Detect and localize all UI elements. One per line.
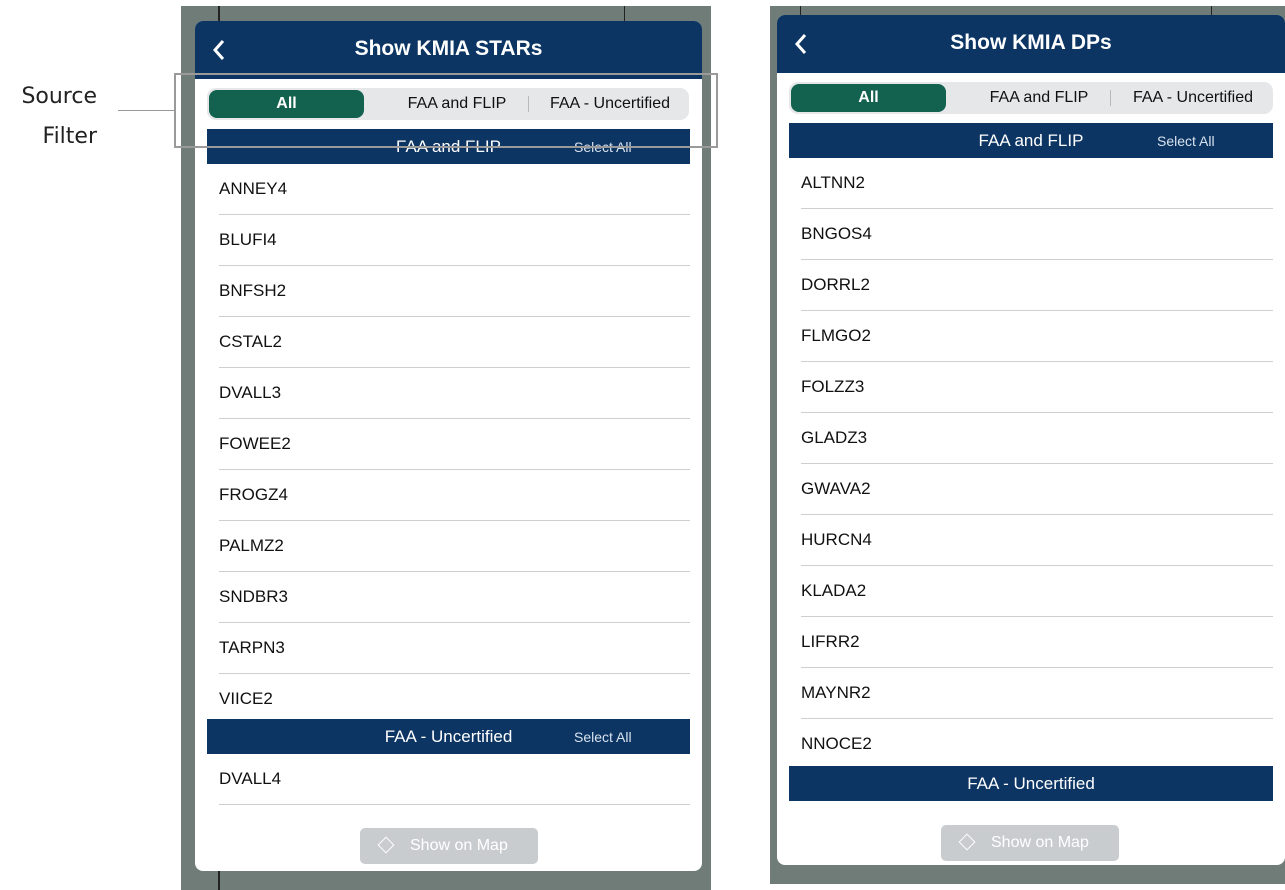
list-item[interactable]: DVALL3 <box>207 368 690 419</box>
list-item-label: GWAVA2 <box>801 479 871 498</box>
list-item-label: HURCN4 <box>801 530 872 549</box>
source-filter-segmented-control: All FAA and FLIP FAA - Uncertified <box>789 82 1273 114</box>
list-item-label: DVALL4 <box>219 769 282 788</box>
select-all-button[interactable]: Select All <box>574 139 632 155</box>
list-item-label: BNGOS4 <box>801 224 872 243</box>
list-item-label: SNDBR3 <box>219 587 288 606</box>
filter-all-button[interactable]: All <box>209 90 364 118</box>
list-item[interactable]: BNGOS4 <box>789 209 1273 260</box>
list-item-label: FROGZ4 <box>219 485 288 504</box>
filter-faa-uncertified-button[interactable]: FAA - Uncertified <box>1113 82 1273 114</box>
list-item[interactable]: LIFRR2 <box>789 617 1273 668</box>
callout-leader-line <box>118 110 174 111</box>
list-item[interactable]: VIICE2 <box>207 674 690 725</box>
show-on-map-label: Show on Map <box>410 837 508 854</box>
list-item-label: NNOCE2 <box>801 734 872 753</box>
list-item[interactable]: FLMGO2 <box>789 311 1273 362</box>
stars-panel-title: Show KMIA STARs <box>354 37 543 60</box>
source-filter-segmented-control: All FAA and FLIP FAA - Uncertified <box>207 88 689 120</box>
list-item[interactable]: MAYNR2 <box>789 668 1273 719</box>
list-item[interactable]: TARPN3 <box>207 623 690 674</box>
list-item[interactable]: GLADZ3 <box>789 413 1273 464</box>
section-header-faa-flip: FAA and FLIP Select All <box>789 123 1273 158</box>
section-header-faa-uncertified: FAA - Uncertified <box>789 766 1273 801</box>
filter-faa-flip-button[interactable]: FAA and FLIP <box>379 88 535 120</box>
list-item-label: DORRL2 <box>801 275 870 294</box>
list-item[interactable]: DORRL2 <box>789 260 1273 311</box>
segment-divider <box>528 96 529 112</box>
list-item-label: LIFRR2 <box>801 632 860 651</box>
filter-faa-flip-button[interactable]: FAA and FLIP <box>961 82 1117 114</box>
list-item-label: ALTNN2 <box>801 173 865 192</box>
stars-panel: Show KMIA STARs All FAA and FLIP FAA - U… <box>195 21 702 871</box>
show-on-map-button[interactable]: Show on Map <box>360 828 538 864</box>
list-item[interactable]: SNDBR3 <box>207 572 690 623</box>
segment-divider <box>1110 90 1111 106</box>
list-item-label: ANNEY4 <box>219 179 288 198</box>
show-on-map-button[interactable]: Show on Map <box>941 825 1119 861</box>
select-all-button[interactable]: Select All <box>574 729 632 745</box>
callout-label-source: Source <box>21 84 97 109</box>
dps-panel-title: Show KMIA DPs <box>950 31 1112 54</box>
section-header-faa-uncertified: FAA - Uncertified Select All <box>207 719 690 754</box>
list-item[interactable]: FOWEE2 <box>207 419 690 470</box>
section-title: FAA - Uncertified <box>967 774 1095 793</box>
row-divider <box>219 804 690 805</box>
list-item[interactable]: ANNEY4 <box>207 164 690 215</box>
list-item-label: TARPN3 <box>219 638 285 657</box>
list-item[interactable]: FROGZ4 <box>207 470 690 521</box>
list-item-label: PALMZ2 <box>219 536 284 555</box>
list-item-label: FOLZZ3 <box>801 377 865 396</box>
dps-panel: Show KMIA DPs All FAA and FLIP FAA - Unc… <box>777 15 1285 865</box>
list-item[interactable]: KLADA2 <box>789 566 1273 617</box>
map-pin-icon <box>377 836 395 854</box>
list-item-label: GLADZ3 <box>801 428 868 447</box>
section-header-faa-flip: FAA and FLIP Select All <box>207 129 690 164</box>
filter-all-button[interactable]: All <box>791 84 946 112</box>
list-item[interactable]: BNFSH2 <box>207 266 690 317</box>
list-item-label: DVALL3 <box>219 383 282 402</box>
list-item-label: MAYNR2 <box>801 683 871 702</box>
list-item-label: BLUFI4 <box>219 230 277 249</box>
list-item-label: FLMGO2 <box>801 326 871 345</box>
list-item-label: CSTAL2 <box>219 332 282 351</box>
list-item[interactable]: PALMZ2 <box>207 521 690 572</box>
list-item[interactable]: NNOCE2 <box>789 719 1273 770</box>
list-item-label: FOWEE2 <box>219 434 291 453</box>
filter-faa-uncertified-button[interactable]: FAA - Uncertified <box>531 88 689 120</box>
list-item-label: VIICE2 <box>219 689 273 708</box>
list-item-label: KLADA2 <box>801 581 867 600</box>
list-item[interactable]: GWAVA2 <box>789 464 1273 515</box>
list-item-label: BNFSH2 <box>219 281 287 300</box>
list-item[interactable]: ALTNN2 <box>789 158 1273 209</box>
list-item[interactable]: BLUFI4 <box>207 215 690 266</box>
map-pin-icon <box>958 833 976 851</box>
stars-panel-header: Show KMIA STARs <box>195 21 702 79</box>
select-all-button[interactable]: Select All <box>1157 133 1215 149</box>
list-item[interactable]: HURCN4 <box>789 515 1273 566</box>
dps-panel-header: Show KMIA DPs <box>777 15 1285 73</box>
list-item[interactable]: CSTAL2 <box>207 317 690 368</box>
callout-label-filter: Filter <box>42 124 97 149</box>
list-item[interactable]: FOLZZ3 <box>789 362 1273 413</box>
list-item[interactable]: DVALL4 <box>207 754 690 805</box>
show-on-map-label: Show on Map <box>991 834 1089 851</box>
